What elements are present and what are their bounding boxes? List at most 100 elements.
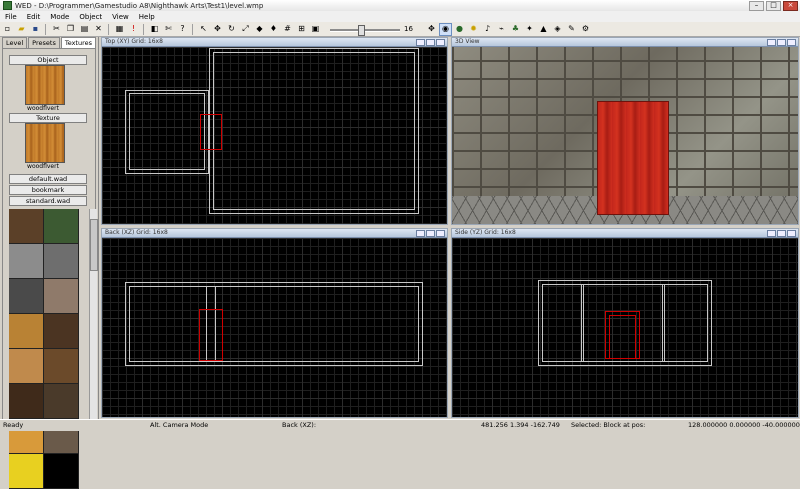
move-mode-icon[interactable]: ✥ <box>211 23 224 36</box>
path-icon[interactable]: ⌁ <box>495 23 508 36</box>
texture-swatch[interactable] <box>9 384 44 419</box>
texture-swatch[interactable] <box>9 314 44 349</box>
close-button[interactable]: × <box>783 1 798 11</box>
menu-mode[interactable]: Mode <box>45 13 74 21</box>
menu-file[interactable]: File <box>0 13 22 21</box>
sprite-icon[interactable]: ✦ <box>523 23 536 36</box>
viewport-minimize-button[interactable] <box>416 230 425 237</box>
texture-swatch[interactable] <box>44 349 79 384</box>
entity-icon[interactable]: ◈ <box>551 23 564 36</box>
viewport-close-button[interactable] <box>787 230 796 237</box>
menu-view[interactable]: View <box>107 13 134 21</box>
viewport-title: 3D View <box>455 38 480 45</box>
walk-mode-icon[interactable]: ♦ <box>267 23 280 36</box>
camera-icon[interactable]: ◧ <box>148 23 161 36</box>
vertex-mode-icon[interactable]: ◆ <box>253 23 266 36</box>
terrain-icon[interactable]: ▲ <box>537 23 550 36</box>
build-icon[interactable]: ▦ <box>113 23 126 36</box>
texture-section-button[interactable]: Texture <box>9 113 87 123</box>
texture-swatch[interactable] <box>44 314 79 349</box>
paste-icon[interactable]: ▤ <box>78 23 91 36</box>
default-wad-button[interactable]: default.wad <box>9 174 87 184</box>
menu-object[interactable]: Object <box>74 13 107 21</box>
copy-icon[interactable]: ❐ <box>64 23 77 36</box>
model-icon[interactable]: ♣ <box>509 23 522 36</box>
settings-icon[interactable]: ⚙ <box>579 23 592 36</box>
run-icon[interactable]: ! <box>127 23 140 36</box>
wireframe-block-inner[interactable] <box>129 93 205 170</box>
selected-block[interactable] <box>200 114 222 150</box>
texture-swatch[interactable] <box>44 244 79 279</box>
standard-wad-button[interactable]: standard.wad <box>9 196 87 206</box>
window-title: WED - D:\Programmer\Gamestudio A8\Nighth… <box>15 1 264 10</box>
scissors-icon[interactable]: ✄ <box>162 23 175 36</box>
cut-icon[interactable]: ✂ <box>50 23 63 36</box>
viewport-controls <box>767 230 796 237</box>
palette-scrollbar[interactable] <box>89 209 98 419</box>
texture-swatch[interactable] <box>9 349 44 384</box>
new-file-icon[interactable]: ▫ <box>1 23 14 36</box>
wireframe-wall-inner[interactable] <box>129 286 419 362</box>
selected-block-inner[interactable] <box>609 315 636 359</box>
scrollbar-thumb[interactable] <box>90 219 98 271</box>
viewport-minimize-button[interactable] <box>416 39 425 46</box>
3d-viewport[interactable]: 3D View <box>451 37 799 225</box>
selected-block[interactable] <box>199 309 223 361</box>
texture-thumbnail[interactable] <box>25 123 65 163</box>
object-icon[interactable]: ● <box>453 23 466 36</box>
save-icon[interactable]: ▪ <box>29 23 42 36</box>
object-texture-thumbnail[interactable] <box>25 65 65 105</box>
delete-icon[interactable]: ✕ <box>92 23 105 36</box>
select-mode-icon[interactable]: ↖ <box>197 23 210 36</box>
tab-textures[interactable]: Textures <box>60 37 97 48</box>
wireframe-room-inner[interactable] <box>213 52 415 210</box>
viewport-close-button[interactable] <box>436 39 445 46</box>
red-door-block[interactable] <box>597 101 669 215</box>
textures-panel: Object woodflvert Texture woodflvert def… <box>2 48 98 489</box>
status-coords: 481.256 1.394 -162.749 <box>481 421 560 429</box>
side-viewport[interactable]: Side (YZ) Grid: 16x8 <box>451 228 799 418</box>
light-icon[interactable]: ✹ <box>467 23 480 36</box>
texture-swatch[interactable] <box>44 209 79 244</box>
texture-swatch[interactable] <box>9 244 44 279</box>
viewport-maximize-button[interactable] <box>777 230 786 237</box>
viewport-maximize-button[interactable] <box>426 39 435 46</box>
minimize-button[interactable]: – <box>749 1 764 11</box>
tab-level[interactable]: Level <box>2 37 28 48</box>
help-icon[interactable]: ? <box>176 23 189 36</box>
texture-swatch[interactable] <box>9 454 44 489</box>
scale-mode-icon[interactable]: ⤢ <box>239 23 252 36</box>
viewport-minimize-button[interactable] <box>767 39 776 46</box>
rotate-mode-icon[interactable]: ↻ <box>225 23 238 36</box>
script-icon[interactable]: ✎ <box>565 23 578 36</box>
grid-toggle-icon[interactable]: # <box>281 23 294 36</box>
viewport-minimize-button[interactable] <box>767 230 776 237</box>
texture-palette <box>9 209 79 489</box>
top-viewport[interactable]: Top (XY) Grid: 16x8 <box>101 37 448 225</box>
maximize-button[interactable]: □ <box>766 1 781 11</box>
object-section-button[interactable]: Object <box>9 55 87 65</box>
zoom-slider[interactable] <box>330 24 400 36</box>
texture-swatch[interactable] <box>44 454 79 489</box>
viewport-close-button[interactable] <box>436 230 445 237</box>
texture-swatch[interactable] <box>44 384 79 419</box>
view-toggle-icon[interactable]: ▣ <box>309 23 322 36</box>
viewport-maximize-button[interactable] <box>426 230 435 237</box>
texture-swatch[interactable] <box>9 279 44 314</box>
back-viewport[interactable]: Back (XZ) Grid: 16x8 <box>101 228 448 418</box>
menu-help[interactable]: Help <box>134 13 160 21</box>
bookmark-button[interactable]: bookmark <box>9 185 87 195</box>
texture-swatch[interactable] <box>9 209 44 244</box>
open-folder-icon[interactable]: ▰ <box>15 23 28 36</box>
viewport-title: Back (XZ) Grid: 16x8 <box>105 229 168 236</box>
menu-edit[interactable]: Edit <box>22 13 46 21</box>
move-icon[interactable]: ✥ <box>425 23 438 36</box>
viewport-close-button[interactable] <box>787 39 796 46</box>
tab-presets[interactable]: Presets <box>28 37 60 48</box>
slider-thumb[interactable] <box>358 24 365 36</box>
texture-swatch[interactable] <box>44 279 79 314</box>
sound-icon[interactable]: ♪ <box>481 23 494 36</box>
camera-mode-icon[interactable]: ◉ <box>439 22 452 36</box>
viewport-maximize-button[interactable] <box>777 39 786 46</box>
snap-toggle-icon[interactable]: ⊞ <box>295 23 308 36</box>
